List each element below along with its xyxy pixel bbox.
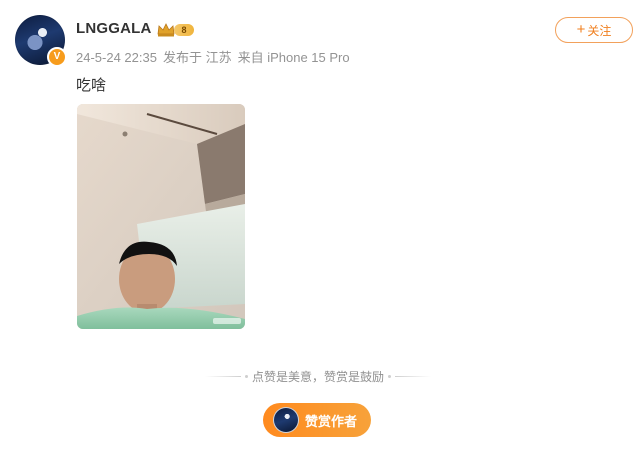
post-text: 吃啥 xyxy=(76,77,107,94)
reward-author-avatar xyxy=(273,407,299,433)
reward-hint: 点赞是美意，赞赏是鼓励 xyxy=(205,368,432,384)
reward-button-label: 赞赏作者 xyxy=(305,413,358,429)
selfie-image xyxy=(77,104,245,329)
follow-label: 关注 xyxy=(587,23,612,38)
vip-level-badge: 8 xyxy=(174,24,194,36)
author-name[interactable]: LNGGALA xyxy=(76,20,152,37)
divider-line-left xyxy=(205,375,242,377)
divider-line-right xyxy=(394,375,432,377)
follow-button[interactable]: + 关注 xyxy=(555,17,633,43)
post-meta: 24-5-24 22:35 发布于 江苏 来自 iPhone 15 Pro xyxy=(76,47,356,66)
divider-dot-left xyxy=(245,374,248,378)
plus-icon: + xyxy=(576,21,586,38)
divider-dot-right xyxy=(388,374,391,378)
post-device: 来自 iPhone 15 Pro xyxy=(237,50,350,65)
verified-badge: V xyxy=(47,47,67,67)
reward-author-button[interactable]: 赞赏作者 xyxy=(263,403,371,437)
post-photo[interactable] xyxy=(77,104,245,329)
post-location: 发布于 江苏 xyxy=(162,50,232,65)
crown-icon xyxy=(157,23,175,37)
post-date[interactable]: 24-5-24 22:35 xyxy=(76,50,157,65)
author-avatar[interactable]: V xyxy=(15,15,67,67)
reward-hint-text: 点赞是美意，赞赏是鼓励 xyxy=(252,369,385,384)
